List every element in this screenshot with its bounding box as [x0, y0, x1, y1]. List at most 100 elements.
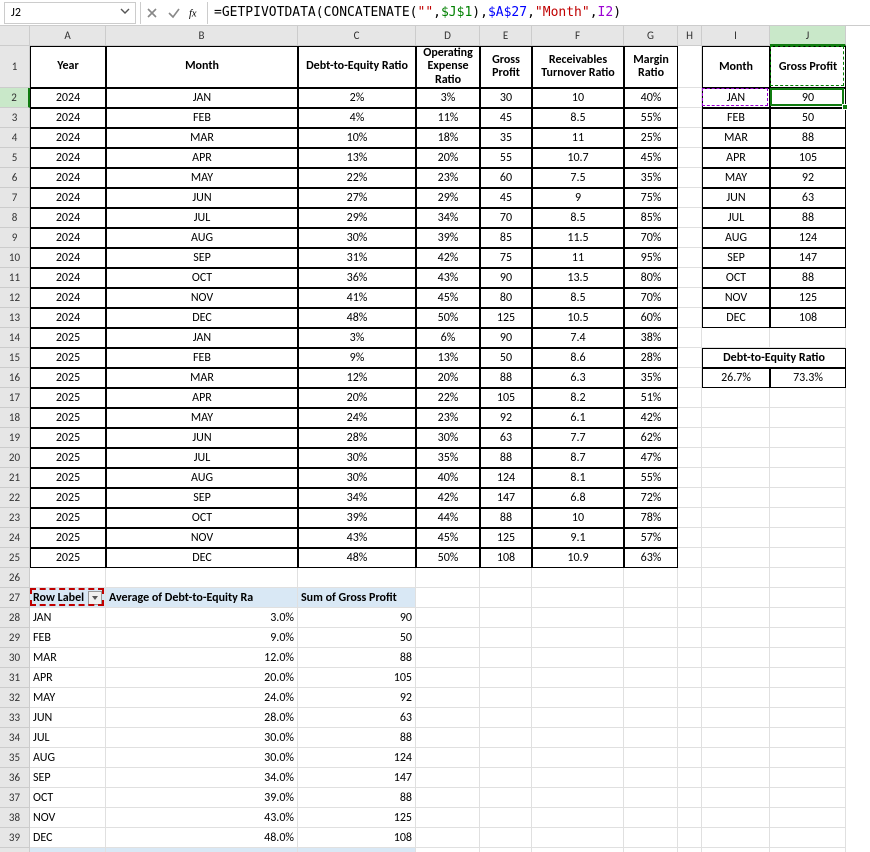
cell[interactable]	[702, 628, 770, 648]
cell[interactable]	[532, 628, 624, 648]
cell[interactable]	[702, 788, 770, 808]
row-header[interactable]: 29	[0, 628, 30, 648]
cell[interactable]	[702, 708, 770, 728]
pivot-row-label[interactable]: JUN	[30, 708, 106, 728]
cell[interactable]	[678, 588, 702, 608]
cell[interactable]	[678, 608, 702, 628]
cell[interactable]: 11.5	[532, 228, 624, 248]
cell[interactable]: 30.0%	[106, 728, 298, 748]
row-header[interactable]: 35	[0, 748, 30, 768]
table-header[interactable]: Debt-to-Equity Ratio	[298, 46, 416, 88]
pivot-row-label[interactable]: JAN	[30, 608, 106, 628]
row-header[interactable]: 8	[0, 208, 30, 228]
cell[interactable]	[678, 208, 702, 228]
cell[interactable]: 42%	[416, 488, 480, 508]
row-header[interactable]: 7	[0, 188, 30, 208]
cell[interactable]	[532, 748, 624, 768]
cell[interactable]	[678, 688, 702, 708]
chevron-down-icon[interactable]	[119, 5, 131, 21]
cell[interactable]	[770, 668, 846, 688]
cell[interactable]	[624, 848, 678, 852]
cell[interactable]: 2024	[30, 208, 106, 228]
cell[interactable]: SEP	[702, 248, 770, 268]
cell[interactable]	[702, 568, 770, 588]
cell[interactable]	[480, 628, 532, 648]
cell[interactable]: MAY	[106, 168, 298, 188]
cell[interactable]: 3%	[416, 88, 480, 108]
cell[interactable]: SEP	[106, 488, 298, 508]
cell[interactable]: 72%	[624, 488, 678, 508]
cell[interactable]: 45%	[416, 288, 480, 308]
cell[interactable]: 39.0%	[106, 788, 298, 808]
cell[interactable]: 24%	[298, 408, 416, 428]
cell[interactable]: 48.0%	[106, 828, 298, 848]
cell[interactable]: OCT	[106, 508, 298, 528]
cell[interactable]	[480, 648, 532, 668]
cell[interactable]: 35%	[624, 368, 678, 388]
row-header[interactable]: 24	[0, 528, 30, 548]
cell[interactable]	[480, 668, 532, 688]
pivot-row-label[interactable]: MAY	[30, 688, 106, 708]
cell[interactable]	[702, 728, 770, 748]
cell[interactable]	[532, 688, 624, 708]
cell[interactable]: 44%	[416, 508, 480, 528]
cell[interactable]	[678, 428, 702, 448]
cell[interactable]	[702, 448, 770, 468]
cell[interactable]: 70	[480, 208, 532, 228]
cell[interactable]: 34.0%	[106, 768, 298, 788]
cell[interactable]: 2024	[30, 268, 106, 288]
cell[interactable]: 9.1	[532, 528, 624, 548]
cell[interactable]: 42%	[416, 248, 480, 268]
table-header[interactable]: Operating Expense Ratio	[416, 46, 480, 88]
cell[interactable]: 8.1	[532, 468, 624, 488]
cell[interactable]: 47%	[624, 448, 678, 468]
cell[interactable]: 30.0%	[106, 748, 298, 768]
cell[interactable]: JUL	[106, 208, 298, 228]
cell[interactable]	[106, 568, 298, 588]
pivot-row-label[interactable]: NOV	[30, 808, 106, 828]
table-header[interactable]: Margin Ratio	[624, 46, 678, 88]
cell[interactable]: JUN	[702, 188, 770, 208]
pivot-row-label[interactable]: SEP	[30, 768, 106, 788]
row-header[interactable]: 16	[0, 368, 30, 388]
select-all-corner[interactable]	[0, 26, 30, 46]
cell[interactable]: 50	[480, 348, 532, 368]
cell[interactable]: 105	[480, 388, 532, 408]
cell[interactable]	[702, 508, 770, 528]
cell[interactable]	[624, 608, 678, 628]
cell[interactable]: MAR	[106, 368, 298, 388]
cell[interactable]: JUN	[106, 188, 298, 208]
cell[interactable]: 50	[298, 628, 416, 648]
cell[interactable]	[624, 808, 678, 828]
cell[interactable]: 55%	[624, 468, 678, 488]
cell[interactable]: 2025	[30, 508, 106, 528]
cell[interactable]: 1168	[298, 848, 416, 852]
cell[interactable]: 92	[298, 688, 416, 708]
cell[interactable]: 9	[532, 188, 624, 208]
cell[interactable]	[678, 168, 702, 188]
cell[interactable]: FEB	[702, 108, 770, 128]
pivot-col-header[interactable]: Average of Debt-to-Equity Ra	[106, 588, 298, 608]
cell[interactable]: 92	[770, 168, 846, 188]
cell[interactable]	[678, 668, 702, 688]
cell[interactable]: 2025	[30, 488, 106, 508]
cell[interactable]	[298, 568, 416, 588]
cell[interactable]: 2025	[30, 368, 106, 388]
cell[interactable]	[678, 448, 702, 468]
cell[interactable]: 2025	[30, 328, 106, 348]
cell[interactable]	[532, 788, 624, 808]
row-header[interactable]: 4	[0, 128, 30, 148]
cell[interactable]	[678, 548, 702, 568]
row-header[interactable]: 18	[0, 408, 30, 428]
cell[interactable]: 30%	[298, 468, 416, 488]
pivot-row-label[interactable]: FEB	[30, 628, 106, 648]
cell[interactable]: 90	[298, 608, 416, 628]
cell[interactable]: 20%	[298, 388, 416, 408]
cell[interactable]: JUL	[702, 208, 770, 228]
cell[interactable]	[624, 788, 678, 808]
cell[interactable]: 7.7	[532, 428, 624, 448]
table-header[interactable]: Gross Profit	[480, 46, 532, 88]
cell[interactable]	[416, 828, 480, 848]
cell[interactable]: 7.5	[532, 168, 624, 188]
cell[interactable]: 147	[480, 488, 532, 508]
